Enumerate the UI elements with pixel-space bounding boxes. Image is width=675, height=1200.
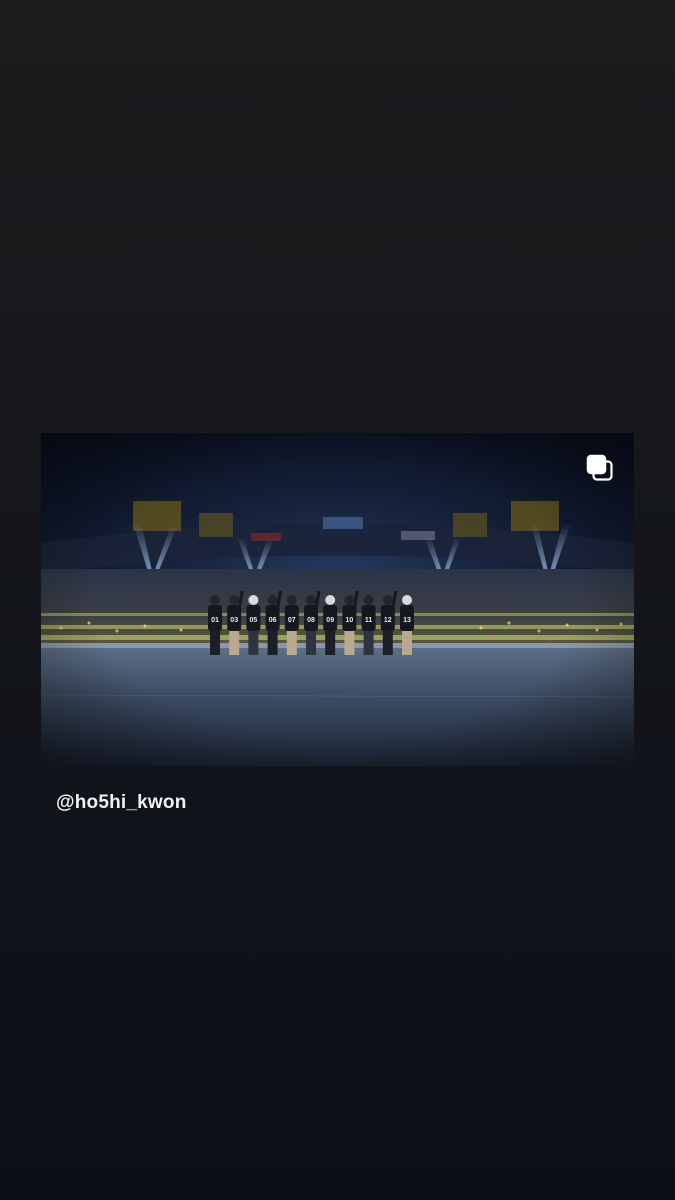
shared-post-card[interactable]: 0103050607080910111213 <box>41 433 634 766</box>
concert-stage-photo: 0103050607080910111213 <box>41 433 634 766</box>
story-mention-username[interactable]: @ho5hi_kwon <box>56 792 187 814</box>
multiple-photos-icon[interactable] <box>585 453 615 483</box>
